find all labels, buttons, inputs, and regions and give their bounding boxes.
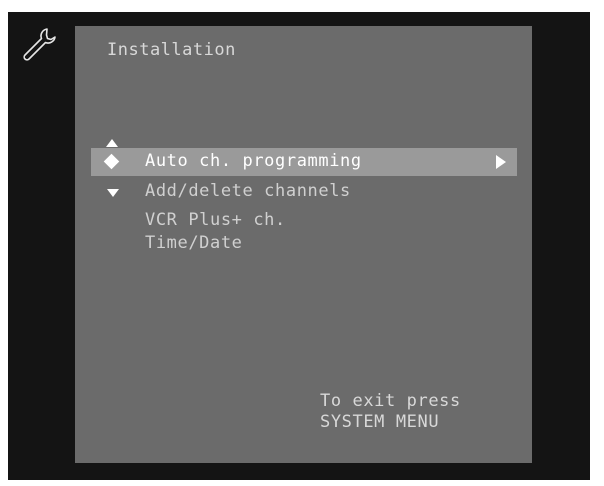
- menu-item-auto-ch-programming[interactable]: Auto ch. programming: [91, 148, 517, 176]
- menu-item-label: Auto ch. programming: [145, 151, 362, 171]
- triangle-up-icon[interactable]: [106, 139, 118, 147]
- exit-hint-line-1: To exit press: [320, 391, 461, 411]
- installation-menu-panel: Installation Auto ch. programming Add/de…: [75, 26, 532, 463]
- menu-item-add-delete-channels[interactable]: Add/delete channels: [91, 178, 517, 206]
- menu-item-time-date[interactable]: Time/Date: [145, 233, 243, 253]
- wrench-icon: [23, 28, 56, 61]
- menu-item-vcr-plus-ch[interactable]: VCR Plus+ ch.: [145, 210, 286, 230]
- exit-hint: To exit press SYSTEM MENU: [320, 391, 461, 433]
- tv-screen: Installation Auto ch. programming Add/de…: [8, 12, 590, 480]
- menu-title: Installation: [107, 40, 236, 60]
- exit-hint-line-2: SYSTEM MENU: [320, 412, 440, 432]
- menu-item-label: Add/delete channels: [145, 181, 351, 201]
- diamond-icon: [103, 153, 120, 170]
- triangle-right-icon: [496, 155, 506, 169]
- triangle-down-icon[interactable]: [107, 189, 119, 197]
